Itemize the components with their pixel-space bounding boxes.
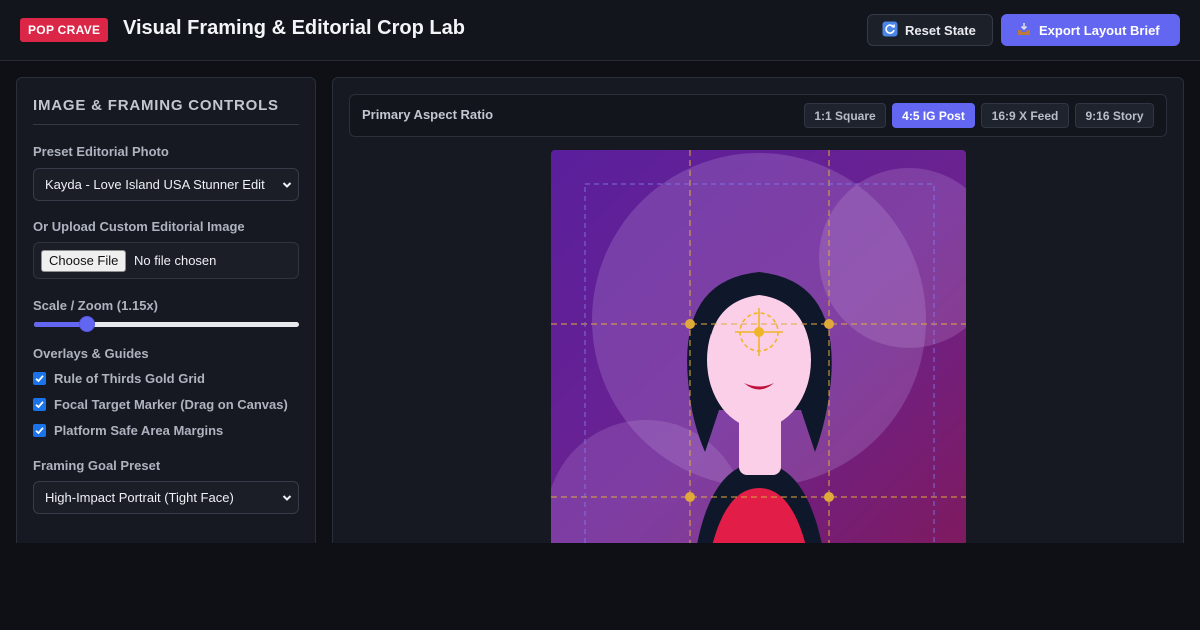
app-header: POP CRAVE Visual Framing & Editorial Cro… bbox=[0, 0, 1200, 61]
export-layout-label: Export Layout Brief bbox=[1039, 22, 1160, 38]
sidebar-title: IMAGE & FRAMING CONTROLS bbox=[33, 97, 279, 114]
overlay-safe-area-option[interactable]: Platform Safe Area Margins bbox=[33, 422, 223, 438]
zoom-label: Scale / Zoom (1.15x) bbox=[33, 298, 158, 313]
brand-badge: POP CRAVE bbox=[20, 18, 109, 42]
tab-9-16-story[interactable]: 9:16 Story bbox=[1075, 103, 1154, 128]
aspect-ratio-label: Primary Aspect Ratio bbox=[362, 107, 494, 122]
thirds-grid-checkbox[interactable] bbox=[33, 371, 46, 385]
overlays-label: Overlays & Guides bbox=[33, 346, 149, 361]
zoom-slider-thumb[interactable] bbox=[79, 316, 95, 332]
tab-4-5-ig-post[interactable]: 4:5 IG Post bbox=[892, 103, 975, 128]
check-icon bbox=[35, 400, 44, 408]
choose-file-button[interactable]: Choose File bbox=[41, 250, 127, 272]
tab-1-1-square[interactable]: 1:1 Square bbox=[804, 103, 886, 128]
export-layout-button[interactable]: Export Layout Brief bbox=[1001, 14, 1180, 46]
controls-sidebar: IMAGE & FRAMING CONTROLS Preset Editoria… bbox=[16, 77, 316, 557]
overlay-thirds-grid-option[interactable]: Rule of Thirds Gold Grid bbox=[33, 370, 205, 386]
editorial-photo bbox=[551, 150, 966, 550]
aspect-ratio-bar: Primary Aspect Ratio 1:1 Square 4:5 IG P… bbox=[349, 94, 1167, 137]
check-icon bbox=[35, 374, 44, 382]
export-tray-icon bbox=[1016, 21, 1032, 40]
preset-photo-select[interactable]: Kayda - Love Island USA Stunner Edit bbox=[33, 168, 299, 201]
framing-goal-value: High-Impact Portrait (Tight Face) bbox=[45, 490, 234, 505]
upload-image-label: Or Upload Custom Editorial Image bbox=[33, 219, 245, 234]
zoom-slider[interactable] bbox=[34, 316, 299, 332]
thirds-grid-label: Rule of Thirds Gold Grid bbox=[54, 370, 205, 386]
framing-goal-select[interactable]: High-Impact Portrait (Tight Face) bbox=[33, 481, 299, 514]
framing-goal-label: Framing Goal Preset bbox=[33, 458, 161, 473]
check-icon bbox=[35, 426, 44, 434]
viewport-bottom-area bbox=[0, 543, 1200, 630]
preset-photo-label: Preset Editorial Photo bbox=[33, 144, 169, 159]
safe-area-label: Platform Safe Area Margins bbox=[54, 422, 224, 438]
overlay-focal-marker-option[interactable]: Focal Target Marker (Drag on Canvas) bbox=[33, 396, 288, 412]
focal-marker-checkbox[interactable] bbox=[33, 397, 46, 411]
focal-marker-label: Focal Target Marker (Drag on Canvas) bbox=[54, 396, 288, 412]
upload-image-field: Choose File No file chosen bbox=[33, 242, 299, 279]
sidebar-divider bbox=[33, 124, 299, 125]
tab-16-9-x-feed[interactable]: 16:9 X Feed bbox=[981, 103, 1069, 128]
preset-photo-value: Kayda - Love Island USA Stunner Edit bbox=[45, 177, 265, 192]
reset-state-label: Reset State bbox=[905, 22, 976, 38]
chevron-down-icon bbox=[282, 495, 292, 501]
safe-area-checkbox[interactable] bbox=[33, 423, 46, 437]
chevron-down-icon bbox=[282, 182, 292, 188]
page-title: Visual Framing & Editorial Crop Lab bbox=[123, 17, 465, 39]
crop-canvas[interactable] bbox=[551, 150, 966, 550]
refresh-icon bbox=[882, 21, 898, 40]
reset-state-button[interactable]: Reset State bbox=[867, 14, 993, 46]
framing-stage: Primary Aspect Ratio 1:1 Square 4:5 IG P… bbox=[332, 77, 1184, 557]
file-status: No file chosen bbox=[134, 253, 217, 268]
